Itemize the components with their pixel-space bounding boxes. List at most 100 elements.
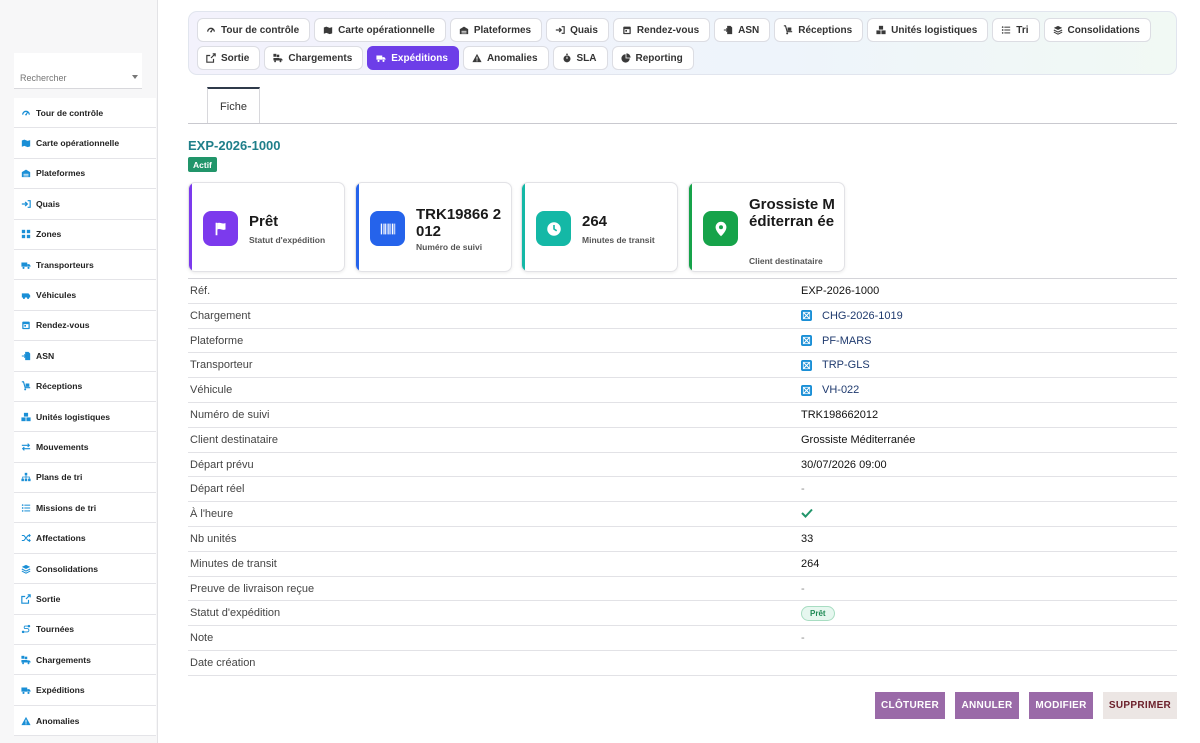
top-tab-expeditions[interactable]: Expéditions xyxy=(367,46,459,70)
top-tab-chargements[interactable]: Chargements xyxy=(264,46,364,70)
detail-value[interactable]: TRP-GLS xyxy=(822,359,870,371)
card-accent-bar xyxy=(356,183,359,271)
file-import-icon xyxy=(723,25,733,35)
top-tab-sla[interactable]: SLA xyxy=(552,46,608,70)
detail-row: Réf. EXP-2026-1000 xyxy=(188,279,1177,304)
grid-icon xyxy=(21,229,31,239)
detail-link[interactable]: TRP-GLS xyxy=(801,359,870,371)
edit-button[interactable]: MODIFIER xyxy=(1029,692,1093,719)
sidebar-item-mouvements[interactable]: Mouvements xyxy=(14,432,156,463)
detail-value xyxy=(801,508,813,521)
link-record-icon[interactable] xyxy=(801,310,812,322)
detail-row: Client destinataire Grossiste Méditerrané… xyxy=(188,428,1177,453)
tab-divider xyxy=(188,123,1177,124)
top-navigation: Tour de contrôle Carte opérationnelle Pl… xyxy=(188,11,1177,75)
sidebar-item-unites-logistiques[interactable]: Unités logistiques xyxy=(14,401,156,433)
truck-loading-icon xyxy=(273,53,283,63)
top-tab-tour-de-controle[interactable]: Tour de contrôle xyxy=(197,18,311,42)
detail-row: Véhicule VH-022 xyxy=(188,378,1177,403)
sidebar-item-tour-de-controle[interactable]: Tour de contrôle xyxy=(14,98,156,129)
sidebar-item-transporteurs[interactable]: Transporteurs xyxy=(14,249,156,281)
sidebar-item-label: Consolidations xyxy=(36,563,99,574)
top-tab-anomalies[interactable]: Anomalies xyxy=(462,46,549,70)
top-tab-quais[interactable]: Quais xyxy=(546,18,609,42)
link-record-icon[interactable] xyxy=(801,384,812,396)
top-tab-label: Rendez-vous xyxy=(636,24,700,36)
link-record-icon[interactable] xyxy=(801,359,812,371)
sidebar-item-carte-operationnelle[interactable]: Carte opérationnelle xyxy=(14,128,156,159)
top-tab-carte-operationnelle[interactable]: Carte opérationnelle xyxy=(314,18,446,42)
sidebar-item-label: Transporteurs xyxy=(36,259,94,270)
detail-value: Grossiste Méditerranée xyxy=(801,433,916,446)
sidebar-item-asn[interactable]: ASN xyxy=(14,341,156,372)
top-tab-asn[interactable]: ASN xyxy=(714,18,771,42)
map-icon xyxy=(323,25,333,35)
chevron-down-icon[interactable] xyxy=(132,75,138,79)
cancel-button[interactable]: ANNULER xyxy=(955,692,1019,719)
sidebar-item-rendez-vous[interactable]: Rendez-vous xyxy=(14,310,156,342)
top-tab-sortie[interactable]: Sortie xyxy=(197,46,261,70)
search-input[interactable] xyxy=(20,73,130,83)
van-icon xyxy=(21,290,31,300)
top-tab-label: SLA xyxy=(576,52,597,64)
tab-fiche[interactable]: Fiche xyxy=(207,87,260,124)
close-button[interactable]: CLÔTURER xyxy=(875,692,945,719)
map-pin-icon xyxy=(703,211,738,246)
detail-value[interactable]: VH-022 xyxy=(822,384,859,396)
top-tab-tri[interactable]: Tri xyxy=(992,18,1040,42)
status-pill: Prêt xyxy=(801,606,835,622)
sidebar-item-expeditions[interactable]: Expéditions xyxy=(14,675,156,706)
top-tab-unites-logistiques[interactable]: Unités logistiques xyxy=(867,18,989,42)
detail-value[interactable]: PF-MARS xyxy=(822,335,872,347)
delete-button[interactable]: SUPPRIMER xyxy=(1103,692,1177,719)
sidebar-item-anomalies[interactable]: Anomalies xyxy=(14,705,156,737)
top-tab-label: ASN xyxy=(738,24,760,36)
detail-row: À l'heure xyxy=(188,502,1177,527)
top-tab-receptions[interactable]: Réceptions xyxy=(774,18,864,42)
detail-value: 264 xyxy=(801,557,820,570)
top-tab-label: Quais xyxy=(570,24,598,36)
detail-row: Nb unités 33 xyxy=(188,527,1177,552)
detail-link[interactable]: VH-022 xyxy=(801,384,859,396)
sitemap-icon xyxy=(21,472,31,482)
sidebar-item-plateformes[interactable]: Plateformes xyxy=(14,158,156,190)
link-record-icon[interactable] xyxy=(801,335,812,347)
sidebar-item-label: ASN xyxy=(36,350,55,361)
detail-value: - xyxy=(801,483,805,496)
gauge-icon xyxy=(21,108,31,118)
top-tab-rendez-vous[interactable]: Rendez-vous xyxy=(612,18,711,42)
detail-value[interactable]: CHG-2026-1019 xyxy=(822,310,903,322)
detail-link[interactable]: CHG-2026-1019 xyxy=(801,310,903,322)
detail-row: Note - xyxy=(188,626,1177,651)
detail-link[interactable]: PF-MARS xyxy=(801,335,872,347)
top-tab-reporting[interactable]: Reporting xyxy=(611,46,694,70)
sidebar-search[interactable] xyxy=(14,53,142,89)
top-tab-consolidations[interactable]: Consolidations xyxy=(1043,18,1151,42)
sidebar-item-label: Tournées xyxy=(36,624,75,635)
sidebar-item-missions-de-tri[interactable]: Missions de tri xyxy=(14,493,156,524)
top-nav-row-1: Tour de contrôle Carte opérationnelle Pl… xyxy=(197,18,1155,42)
top-tab-label: Tri xyxy=(1016,24,1029,36)
sidebar-item-chargements[interactable]: Chargements xyxy=(14,645,156,676)
top-tab-label: Tour de contrôle xyxy=(221,24,300,36)
top-tab-label: Consolidations xyxy=(1067,24,1140,36)
sidebar-item-vehicules[interactable]: Véhicules xyxy=(14,280,156,311)
flag-icon xyxy=(203,211,238,246)
top-tab-plateformes[interactable]: Plateformes xyxy=(449,18,543,42)
sidebar-item-tournees[interactable]: Tournées xyxy=(14,614,156,646)
detail-value: 30/07/2026 09:00 xyxy=(801,458,887,471)
status-badge: Actif xyxy=(188,157,217,172)
sidebar-item-plans-de-tri[interactable]: Plans de tri xyxy=(14,462,156,494)
detail-value: - xyxy=(801,632,805,645)
sidebar-item-affectations[interactable]: Affectations xyxy=(14,523,156,554)
sidebar-item-label: Missions de tri xyxy=(36,502,97,513)
pie-chart-icon xyxy=(620,53,631,63)
sidebar-item-quais[interactable]: Quais xyxy=(14,189,156,220)
sidebar-item-consolidations[interactable]: Consolidations xyxy=(14,553,156,585)
detail-label: Départ réel xyxy=(190,483,245,496)
summary-card: Prêt Statut d'expédition xyxy=(188,182,345,272)
sidebar-item-sortie[interactable]: Sortie xyxy=(14,584,156,615)
sidebar-item-receptions[interactable]: Réceptions xyxy=(14,371,156,402)
sidebar-item-label: Mouvements xyxy=(36,441,89,452)
sidebar-item-zones[interactable]: Zones xyxy=(14,219,156,250)
